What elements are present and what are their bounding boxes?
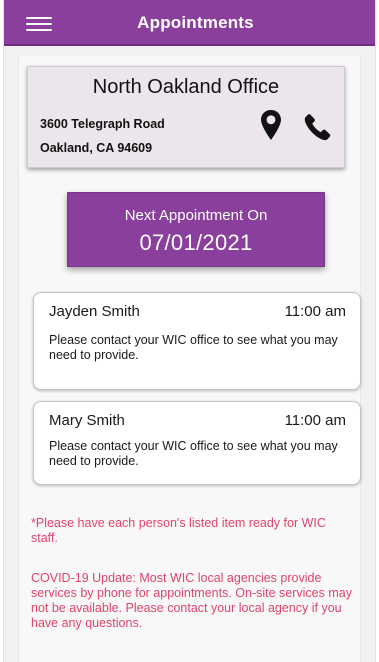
item-ready-notice: *Please have each person's listed item r… xyxy=(31,516,326,545)
appointment-note: Please contact your WIC office to see wh… xyxy=(49,439,338,468)
appointment-person-name: Jayden Smith xyxy=(49,303,140,320)
next-appointment-button[interactable]: Next Appointment On 07/01/2021 xyxy=(67,192,325,267)
next-appointment-date: 07/01/2021 xyxy=(139,230,253,255)
appointments-content: North Oakland Office 3600 Telegraph Road… xyxy=(18,56,361,662)
covid-update-notice: COVID-19 Update: Most WIC local agencies… xyxy=(31,571,352,630)
app-screen: Appointments North Oakland Office 3600 T… xyxy=(3,0,376,662)
appointment-time: 11:00 am xyxy=(284,303,346,320)
app-header: Appointments xyxy=(4,0,375,46)
appointment-note: Please contact your WIC office to see wh… xyxy=(49,333,338,362)
office-card: North Oakland Office 3600 Telegraph Road… xyxy=(27,66,345,168)
office-address-line2: Oakland, CA 94609 xyxy=(40,141,153,155)
phone-icon[interactable] xyxy=(304,113,332,141)
office-name: North Oakland Office xyxy=(92,76,280,98)
appointment-time: 11:00 am xyxy=(284,412,346,429)
office-address-line1: 3600 Telegraph Road xyxy=(40,117,165,131)
appointment-person-name: Mary Smith xyxy=(49,412,125,429)
map-pin-icon[interactable] xyxy=(260,109,282,141)
appointment-card[interactable]: Mary Smith 11:00 am Please contact your … xyxy=(33,401,361,485)
appointment-card[interactable]: Jayden Smith 11:00 am Please contact you… xyxy=(33,292,361,390)
page-title: Appointments xyxy=(137,13,254,32)
next-appointment-label: Next Appointment On xyxy=(124,207,268,224)
